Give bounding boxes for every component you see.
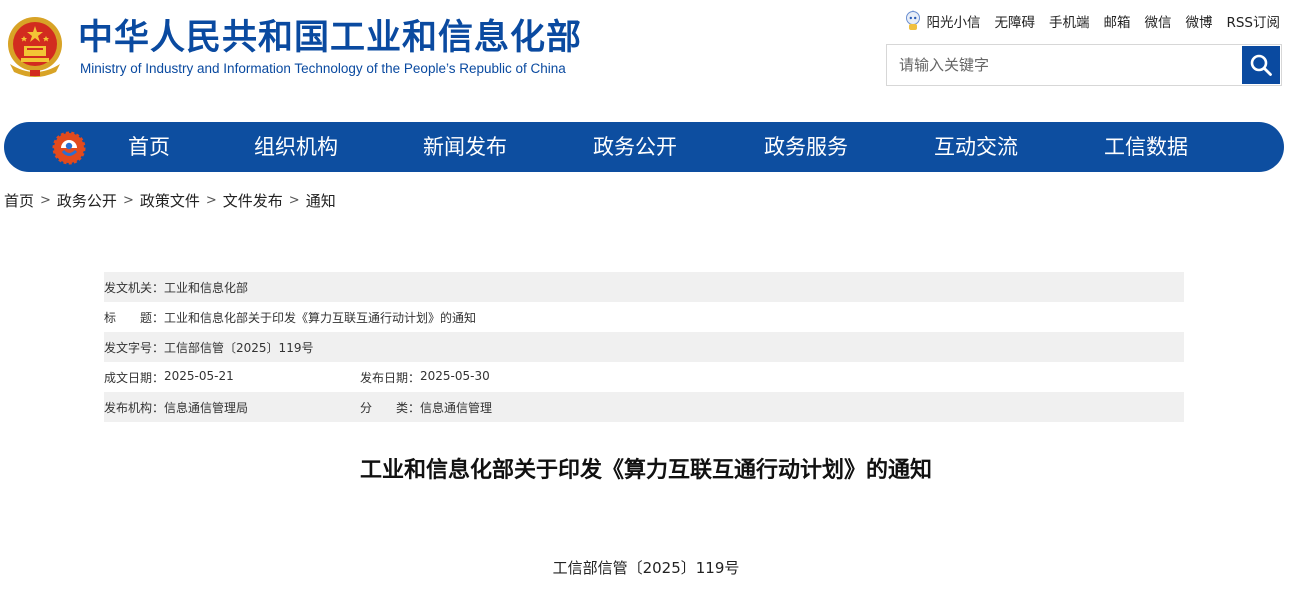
top-link-mail[interactable]: 邮箱 xyxy=(1103,11,1130,31)
meta-row-doc-number: 发文字号： 工信部信管〔2025〕119号 xyxy=(104,332,1184,362)
meta-published-label: 发布日期： xyxy=(360,370,421,385)
top-link-wechat[interactable]: 微信 xyxy=(1144,11,1171,31)
search-box xyxy=(886,44,1282,86)
meta-written-label: 成文日期： xyxy=(104,370,165,385)
nav-item-home[interactable]: 首页 xyxy=(128,122,170,172)
nav-item-gov-services[interactable]: 政务服务 xyxy=(764,122,848,172)
document-title: 工业和信息化部关于印发《算力互联互通行动计划》的通知 xyxy=(359,458,932,483)
meta-title-label: 标 题： xyxy=(104,310,165,325)
breadcrumb: 首页 > 政务公开 > 政策文件 > 文件发布 > 通知 xyxy=(4,190,336,211)
meta-category-label: 分 类： xyxy=(360,400,421,415)
nav-item-data[interactable]: 工信数据 xyxy=(1104,122,1188,172)
breadcrumb-notice[interactable]: 通知 xyxy=(306,190,336,211)
breadcrumb-doc-release[interactable]: 文件发布 xyxy=(223,190,283,211)
meta-doc-number-label: 发文字号： xyxy=(104,340,165,355)
nav-item-interaction[interactable]: 互动交流 xyxy=(934,122,1018,172)
meta-row-agency: 发布机构： 信息通信管理局 分 类： 信息通信管理 xyxy=(104,392,1184,422)
breadcrumb-separator-icon: > xyxy=(122,193,134,208)
meta-agency-label: 发布机构： xyxy=(104,400,165,415)
meta-issuer-label: 发文机关： xyxy=(104,280,165,295)
breadcrumb-separator-icon: > xyxy=(205,193,217,208)
top-link-sunshine[interactable]: 阳光小信 xyxy=(904,10,980,32)
robot-assistant-icon xyxy=(906,10,921,30)
national-emblem-icon xyxy=(8,17,62,77)
breadcrumb-gov-affairs[interactable]: 政务公开 xyxy=(57,190,117,211)
meta-published-value: 2025-05-30 xyxy=(420,368,490,383)
breadcrumb-home[interactable]: 首页 xyxy=(4,190,34,211)
meta-issuer-value: 工业和信息化部 xyxy=(164,280,249,295)
top-link-rss[interactable]: RSS订阅 xyxy=(1226,11,1280,31)
breadcrumb-separator-icon: > xyxy=(40,193,51,208)
top-links: 阳光小信 无障碍 手机端 邮箱 微信 微博 RSS订阅 xyxy=(904,10,1280,32)
search-icon xyxy=(1250,54,1272,76)
meta-doc-number-value: 工信部信管〔2025〕119号 xyxy=(164,340,314,355)
top-link-accessibility[interactable]: 无障碍 xyxy=(994,11,1035,31)
miit-logo-icon xyxy=(52,131,86,165)
document-number: 工信部信管〔2025〕119号 xyxy=(552,559,740,577)
search-button[interactable] xyxy=(1242,46,1280,84)
meta-row-title: 标 题： 工业和信息化部关于印发《算力互联互通行动计划》的通知 xyxy=(104,302,1184,332)
breadcrumb-separator-icon: > xyxy=(288,193,300,208)
site-title[interactable]: 中华人民共和国工业和信息化部 xyxy=(78,16,582,60)
breadcrumb-policy-docs[interactable]: 政策文件 xyxy=(140,190,200,211)
nav-item-organization[interactable]: 组织机构 xyxy=(254,122,338,172)
top-link-weibo[interactable]: 微博 xyxy=(1185,11,1212,31)
search-input[interactable] xyxy=(887,45,1241,85)
main-nav: 首页 组织机构 新闻发布 政务公开 政务服务 互动交流 工信数据 xyxy=(4,122,1284,172)
meta-agency-value: 信息通信管理局 xyxy=(164,400,249,415)
meta-written-value: 2025-05-21 xyxy=(164,368,234,383)
top-link-mobile[interactable]: 手机端 xyxy=(1049,11,1090,31)
top-link-sunshine-label: 阳光小信 xyxy=(926,15,981,31)
meta-row-dates: 成文日期： 2025-05-21 发布日期： 2025-05-30 xyxy=(104,362,1184,392)
document-meta-table: 发文机关： 工业和信息化部 标 题： 工业和信息化部关于印发《算力互联互通行动计… xyxy=(104,272,1184,422)
meta-row-issuer: 发文机关： 工业和信息化部 xyxy=(104,272,1184,302)
nav-item-news[interactable]: 新闻发布 xyxy=(423,122,507,172)
nav-item-gov-affairs[interactable]: 政务公开 xyxy=(593,122,677,172)
meta-title-value: 工业和信息化部关于印发《算力互联互通行动计划》的通知 xyxy=(164,310,477,325)
meta-category-value: 信息通信管理 xyxy=(420,400,493,415)
site-subtitle: Ministry of Industry and Information Tec… xyxy=(80,61,566,76)
